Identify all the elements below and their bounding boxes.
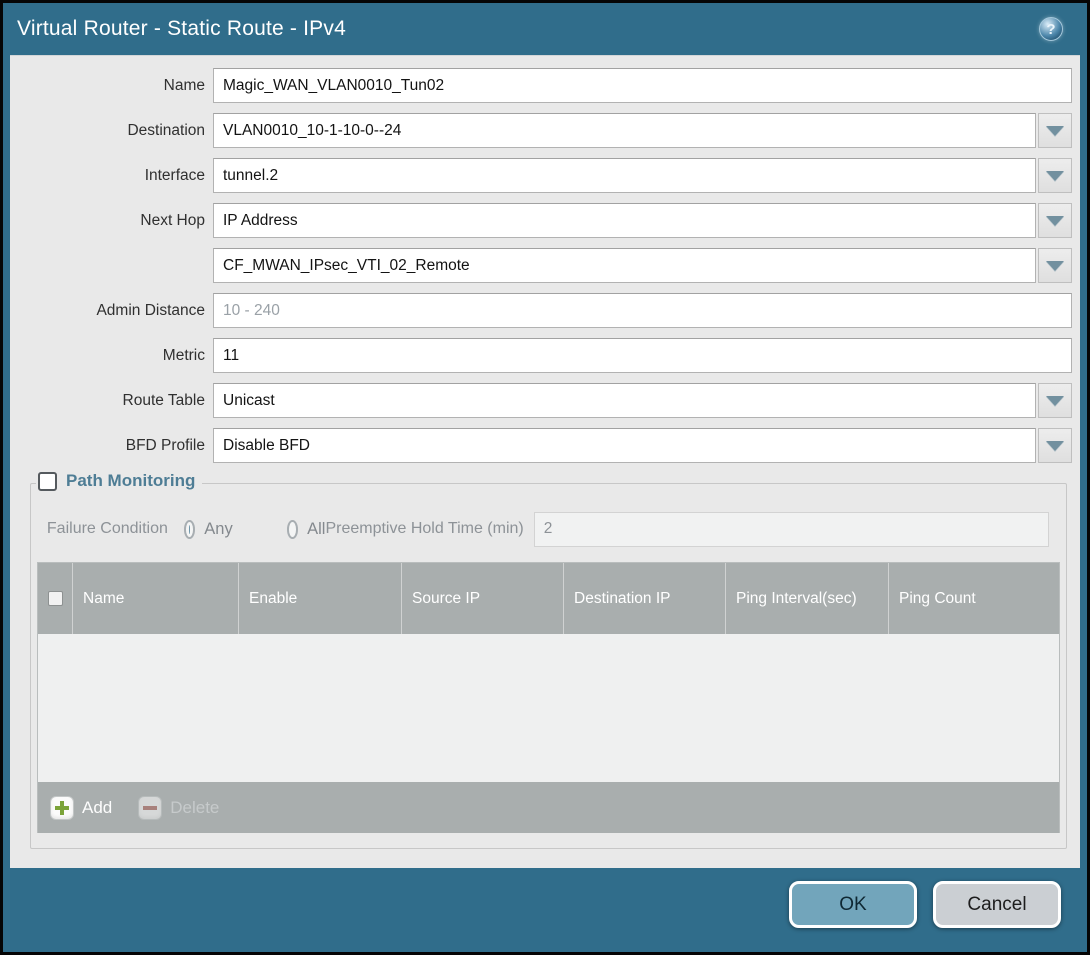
- name-row: Name: [18, 68, 1072, 103]
- chevron-down-icon: [1046, 396, 1064, 406]
- column-header-ping-count[interactable]: Ping Count: [889, 563, 1059, 634]
- bfd-profile-label: BFD Profile: [18, 437, 205, 455]
- route-table-input[interactable]: [213, 383, 1036, 418]
- select-all-checkbox[interactable]: [48, 591, 63, 606]
- select-all-cell: [38, 563, 73, 634]
- chevron-down-icon: [1046, 171, 1064, 181]
- destination-input[interactable]: [213, 113, 1036, 148]
- help-icon[interactable]: ?: [1039, 17, 1063, 41]
- path-monitoring-checkbox[interactable]: [38, 472, 57, 491]
- interface-input[interactable]: [213, 158, 1036, 193]
- delete-button[interactable]: Delete: [138, 796, 219, 820]
- path-monitoring-table-body: [38, 634, 1059, 782]
- chevron-down-icon: [1046, 261, 1064, 271]
- plus-icon: [50, 796, 74, 820]
- path-monitoring-legend: Path Monitoring: [36, 471, 202, 491]
- path-monitoring-title: Path Monitoring: [66, 471, 195, 491]
- route-table-dropdown-button[interactable]: [1038, 383, 1072, 418]
- chevron-down-icon: [1046, 126, 1064, 136]
- destination-row: Destination: [18, 113, 1072, 148]
- path-monitoring-table: Name Enable Source IP Destination IP Pin…: [37, 562, 1060, 833]
- preemptive-hold-time-input[interactable]: [534, 512, 1049, 547]
- chevron-down-icon: [1046, 216, 1064, 226]
- failure-condition-any-label: Any: [204, 520, 232, 539]
- route-table-row: Route Table: [18, 383, 1072, 418]
- column-header-source-ip[interactable]: Source IP: [402, 563, 564, 634]
- failure-condition-row: Failure Condition Any All Preemptive Hol…: [37, 512, 1060, 546]
- failure-condition-label: Failure Condition: [37, 520, 168, 538]
- path-monitoring-table-toolbar: Add Delete: [38, 782, 1059, 833]
- admin-distance-row: Admin Distance: [18, 293, 1072, 328]
- interface-label: Interface: [18, 167, 205, 185]
- column-header-ping-interval[interactable]: Ping Interval(sec): [726, 563, 889, 634]
- bfd-profile-input[interactable]: [213, 428, 1036, 463]
- interface-dropdown-button[interactable]: [1038, 158, 1072, 193]
- column-header-destination-ip[interactable]: Destination IP: [564, 563, 726, 634]
- metric-input[interactable]: [213, 338, 1072, 373]
- name-input[interactable]: [213, 68, 1072, 103]
- destination-dropdown-button[interactable]: [1038, 113, 1072, 148]
- dialog-content: Name Destination Interface: [10, 55, 1080, 868]
- next-hop-dropdown-button[interactable]: [1038, 203, 1072, 238]
- metric-label: Metric: [18, 347, 205, 365]
- minus-icon: [138, 796, 162, 820]
- destination-label: Destination: [18, 122, 205, 140]
- ok-button[interactable]: OK: [789, 881, 917, 928]
- delete-button-label: Delete: [170, 798, 219, 818]
- column-header-enable[interactable]: Enable: [239, 563, 402, 634]
- next-hop-address-dropdown-button[interactable]: [1038, 248, 1072, 283]
- next-hop-row: Next Hop: [18, 203, 1072, 238]
- path-monitoring-section: Path Monitoring Failure Condition Any Al…: [30, 483, 1067, 849]
- static-route-dialog: Virtual Router - Static Route - IPv4 ? N…: [0, 0, 1090, 955]
- name-label: Name: [18, 77, 205, 95]
- failure-condition-all-radio[interactable]: [287, 520, 298, 539]
- cancel-button[interactable]: Cancel: [933, 881, 1061, 928]
- dialog-titlebar: Virtual Router - Static Route - IPv4 ?: [3, 3, 1087, 55]
- dialog-title: Virtual Router - Static Route - IPv4: [17, 17, 346, 41]
- preemptive-hold-time-label: Preemptive Hold Time (min): [325, 520, 523, 538]
- next-hop-type-input[interactable]: [213, 203, 1036, 238]
- add-button[interactable]: Add: [50, 796, 112, 820]
- chevron-down-icon: [1046, 441, 1064, 451]
- failure-condition-all-label: All: [307, 520, 325, 539]
- add-button-label: Add: [82, 798, 112, 818]
- column-header-name[interactable]: Name: [73, 563, 239, 634]
- admin-distance-input[interactable]: [213, 293, 1072, 328]
- interface-row: Interface: [18, 158, 1072, 193]
- dialog-footer: OK Cancel: [3, 868, 1087, 952]
- next-hop-address-row: [18, 248, 1072, 283]
- path-monitoring-table-header: Name Enable Source IP Destination IP Pin…: [38, 563, 1059, 634]
- metric-row: Metric: [18, 338, 1072, 373]
- admin-distance-label: Admin Distance: [18, 302, 205, 320]
- failure-condition-any-radio[interactable]: [184, 520, 195, 539]
- next-hop-address-input[interactable]: [213, 248, 1036, 283]
- route-table-label: Route Table: [18, 392, 205, 410]
- next-hop-label: Next Hop: [18, 212, 205, 230]
- bfd-profile-dropdown-button[interactable]: [1038, 428, 1072, 463]
- bfd-profile-row: BFD Profile: [18, 428, 1072, 463]
